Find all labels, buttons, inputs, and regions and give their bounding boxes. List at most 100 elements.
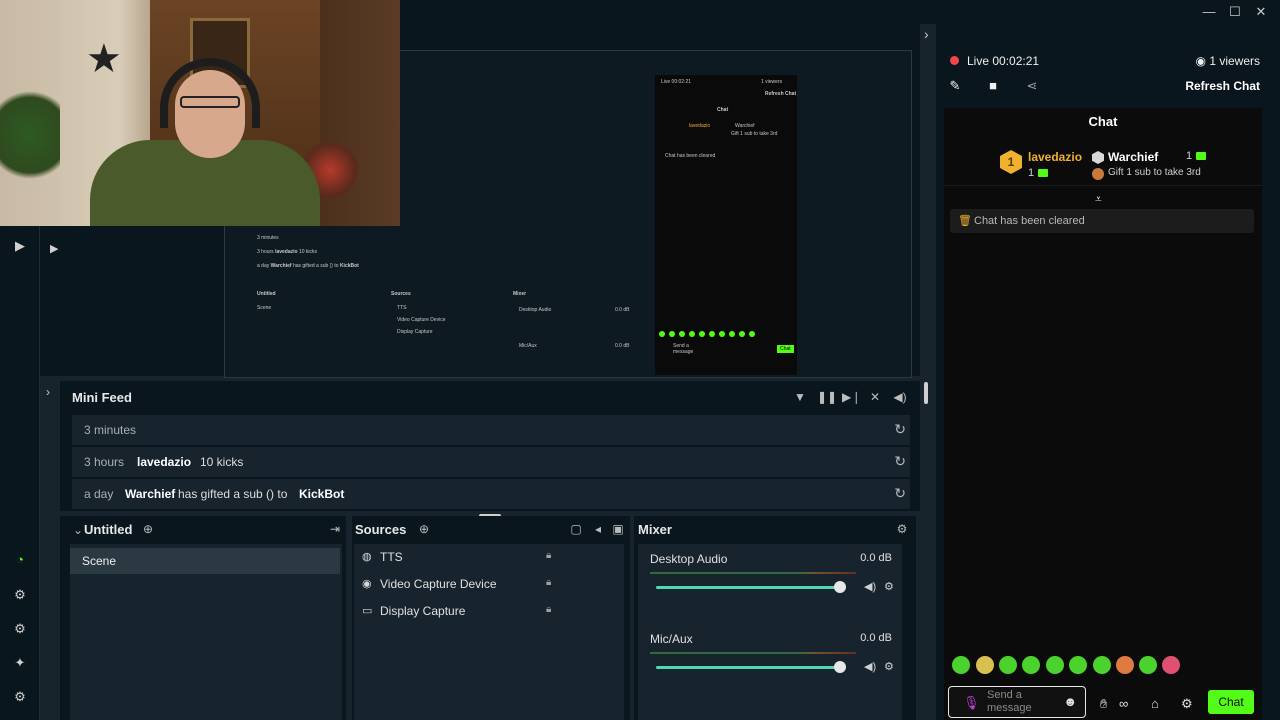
pause-icon[interactable]: ❚❚ [817,389,837,405]
leader-name[interactable]: lavedazio [1028,150,1082,164]
emote-icon[interactable] [1046,656,1064,674]
emote-icon[interactable] [976,656,994,674]
emoji-icon[interactable]: ☻ [1063,694,1077,709]
gift-sub-icon [1196,152,1207,161]
replay-icon[interactable]: ↻ [894,453,906,470]
emote-icon [739,331,745,337]
camera-icon[interactable]: ■ [984,78,1002,96]
emote-icon[interactable] [1162,656,1180,674]
share-icon[interactable]: ⋖ [1023,78,1041,96]
speaker-icon[interactable]: ◂ [590,521,606,537]
skip-icon[interactable]: ▶❘ [842,389,861,405]
live-time: 00:02:21 [992,54,1040,68]
add-scene-icon[interactable]: ⊕ [140,521,156,537]
highlighter-icon[interactable]: ✦ [10,653,30,673]
chat-input[interactable]: 🎙︎ Send a message ☻ [948,686,1086,718]
mini-feed: Mini Feed ▼ ❚❚ ▶❘ ✕ ◀) 3 minutes ↻ 3 hou… [60,381,920,511]
nested-feed-text: 10 kicks [298,249,318,255]
nested-lname2: Warchief [735,123,755,129]
emote-icon [709,331,715,337]
filter-icon[interactable]: ▼ [792,389,808,405]
speaker-icon[interactable]: ◀) [864,660,876,673]
dashboard-icon[interactable]: ◔ [10,550,30,570]
nested-lname1: lavedazio [689,123,711,129]
nested-chat-title: Chat [717,107,729,113]
gear-icon[interactable]: ⚙ [884,580,894,593]
emote-icon[interactable] [1093,656,1111,674]
settings-icon[interactable]: ⚙ [10,687,30,707]
preview-toggle-icon[interactable]: ▶ [50,242,58,255]
source-label: Video Capture Device [380,577,497,591]
replay-icon[interactable]: ↻ [894,421,906,438]
source-item[interactable]: ▭ Display Capture 🔒︎ [360,600,620,624]
lock-icon[interactable]: 🔒︎ [546,577,551,588]
edit-icon[interactable]: ✎ [946,78,964,96]
gear-icon[interactable]: ⚙ [884,660,894,673]
leader-count-value: 1 [1186,150,1193,162]
send-chat-button[interactable]: Chat [1208,690,1254,714]
microphone-icon[interactable]: 🎙︎ [963,695,980,711]
live-dock: Live 00:02:21 ◉ 1 viewers ✎ ■ ⋖ Refresh … [936,24,1280,720]
scene-label: Scene [82,554,117,568]
scene-item[interactable]: Scene [70,548,340,574]
emote-icon[interactable] [1022,656,1040,674]
sources-title: Sources [355,522,407,537]
sources-panel: Sources ⊕ ▢ ◂ ▣ ◍ TTS 🔒︎ ◉ Video Capture… [352,516,630,720]
lock-icon[interactable]: 🔒︎ [546,604,551,615]
nested-gift: Gift 1 sub to take 3rd [731,131,778,137]
leader-name[interactable]: Warchief [1108,150,1158,164]
gear-icon[interactable]: ⚙ [894,521,910,537]
emote-icon [669,331,675,337]
mixer-panel: Mixer ⚙ Desktop Audio 0.0 dB ◀) ⚙ Mic/Au… [634,516,916,720]
emote-icon[interactable] [1069,656,1087,674]
emote-icon[interactable] [1116,656,1134,674]
hand-icon[interactable]: ✋︎ [1100,696,1107,712]
mixer-channel: Mic/Aux 0.0 dB ◀) ⚙ [638,624,900,700]
feed-time: 3 hours [84,455,125,469]
maximize-button[interactable]: ☐ [1224,2,1246,22]
minimize-button[interactable]: — [1198,2,1220,22]
source-item[interactable]: ◍ TTS 🔒︎ [360,546,620,570]
emote-icon[interactable] [999,656,1017,674]
nested-viewers: 1 viewers [761,79,783,85]
nested-db: 0.0 dB [615,307,630,313]
scrollbar[interactable] [924,382,928,404]
volume-icon[interactable]: ◀) [892,389,908,405]
theme-icon[interactable]: ⚙ [10,585,30,605]
apps-icon[interactable]: ⚙ [10,619,30,639]
volume-slider[interactable] [656,666,840,669]
feed-target[interactable]: KickBot [299,487,344,501]
mini-feed-header: Mini Feed ▼ ❚❚ ▶❘ ✕ ◀) [60,381,920,413]
replay-icon[interactable]: ↻ [894,485,906,502]
scene-collection-title[interactable]: Untitled [84,522,132,537]
nested-feed-text: has gifted a sub () to [292,263,339,269]
volume-slider-knob[interactable] [834,581,846,593]
chevron-right-icon[interactable]: › [46,385,50,399]
emote-icon[interactable] [1139,656,1157,674]
close-button[interactable]: ✕ [1250,2,1272,22]
lock-icon[interactable]: 🔒︎ [546,550,551,561]
store-icon[interactable]: ⌂ [1151,696,1159,711]
chat-placeholder[interactable]: Send a message [987,689,1057,715]
expand-leaderboard-icon[interactable]: ⩡ [1095,192,1102,207]
source-item[interactable]: ◉ Video Capture Device 🔒︎ [360,573,620,597]
play-icon[interactable]: ▶ [10,236,30,256]
mute-alerts-icon[interactable]: ✕ [867,389,883,405]
trash-icon: 🗑︎ [958,215,972,227]
image-icon[interactable]: ▣ [610,521,626,537]
settings-gear-icon[interactable]: ⚙ [1181,696,1193,712]
infinity-icon[interactable]: ∞ [1119,696,1128,711]
add-source-icon[interactable]: ⊕ [416,521,432,537]
volume-slider-knob[interactable] [834,661,846,673]
feed-username[interactable]: Warchief [125,487,175,501]
chevron-right-icon[interactable]: › [924,26,929,42]
live-status: Live 00:02:21 [967,54,1039,68]
volume-slider[interactable] [656,586,840,589]
nested-sources-title: Sources [391,291,411,297]
emote-icon[interactable] [952,656,970,674]
refresh-chat-button[interactable]: Refresh Chat [1185,79,1260,93]
folder-icon[interactable]: ▢ [568,521,584,537]
scene-transition-icon[interactable]: ⇥ [327,521,343,537]
feed-username[interactable]: lavedazio [137,455,191,469]
speaker-icon[interactable]: ◀) [864,580,876,593]
